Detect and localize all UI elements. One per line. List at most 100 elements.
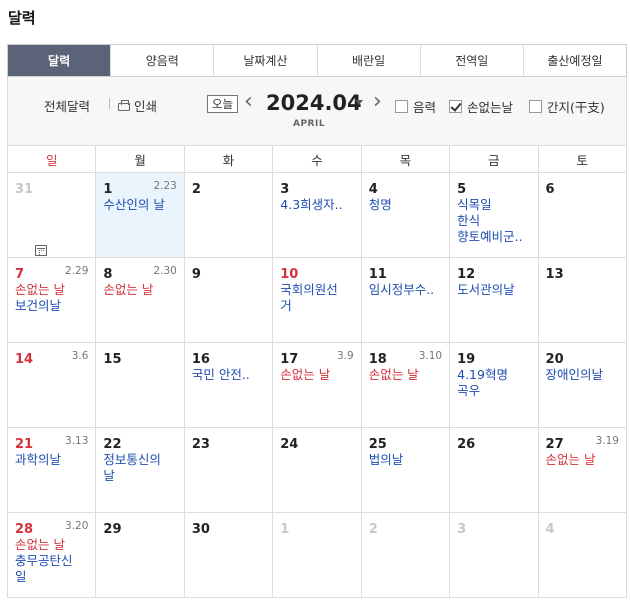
day-cell[interactable]: 11 임시정부수.. [360,257,451,343]
day-cell[interactable]: 3 [449,512,539,598]
day-cell[interactable]: 17 3.9 손없는 날 [272,342,362,428]
calendar-event[interactable]: 청명 [369,197,442,213]
weekday-header-row: 일 월 화 수 목 금 토 [6,145,628,173]
calendar-event[interactable]: 손없는 날 [15,282,88,298]
calendar-event[interactable]: 보건의날 [15,298,88,314]
weekday-sat: 토 [537,145,628,173]
calendar-event[interactable]: 장애인의날 [546,367,619,383]
day-cell[interactable]: 1 2.23 수산인의 날 [95,172,185,258]
calendar-event[interactable]: 과학의날 [15,452,88,468]
week-row: 31 1 2.23 수산인의 날 2 3 4.3희생자.. 4 청명 5 식목일 한식 향토예비군.. 6 [6,172,628,258]
day-cell[interactable]: 14 3.6 [6,342,97,428]
day-cell[interactable]: 27 3.19 손없는 날 [537,427,628,513]
today-button[interactable]: 오늘 [207,95,238,113]
day-number: 20 [545,352,564,367]
day-cell[interactable]: 8 2.30 손없는 날 [95,257,185,343]
calendar-event[interactable]: 한식 [457,213,530,229]
tab-ovulation[interactable]: 배란일 [317,45,421,76]
calendar-event[interactable]: 법의날 [369,452,442,468]
lunar-date: 3.10 [418,350,443,362]
day-cell[interactable]: 20 장애인의날 [537,342,628,428]
day-cell[interactable]: 31 [6,172,97,258]
day-cell[interactable]: 13 [537,257,628,343]
day-cell[interactable]: 19 4.19혁명 곡우 [449,342,539,428]
day-cell[interactable]: 2 [183,172,274,258]
print-link[interactable]: 인쇄 [118,96,157,115]
sonless-day-checkbox-box[interactable] [449,100,462,113]
day-number: 3 [457,522,467,537]
day-cell[interactable]: 25 법의날 [360,427,451,513]
day-cell[interactable]: 23 [183,427,274,513]
tab-discharge-date[interactable]: 전역일 [420,45,524,76]
calendar-event[interactable]: 수산인의 날 [103,197,176,213]
day-cell[interactable]: 29 [95,512,185,598]
day-number: 1 [103,182,113,197]
calendar-event[interactable]: 손없는 날 [103,282,176,298]
day-number: 4 [545,522,555,537]
weekday-mon: 월 [95,145,185,173]
day-number: 26 [457,437,476,452]
day-cell[interactable]: 5 식목일 한식 향토예비군.. [449,172,539,258]
week-row: 21 3.13 과학의날 22 정보통신의 날 23 24 25 법의날 26 27 3.19 손없는 … [6,427,628,513]
day-cell[interactable]: 21 3.13 과학의날 [6,427,97,513]
lunar-checkbox[interactable]: 음력 [395,97,436,116]
day-cell[interactable]: 24 [272,427,362,513]
day-number: 17 [280,352,299,367]
calendar-event[interactable]: 손없는 날 [15,537,88,553]
day-cell[interactable]: 28 3.20 손없는 날 충무공탄신 일 [6,512,97,598]
day-cell[interactable]: 30 [183,512,274,598]
calendar-toolbar: 전체달력 인쇄 오늘 ‹ 2024.04 APRIL › 음력 손없는날 간지(… [7,77,627,256]
lunar-date: 3.19 [595,435,619,447]
calendar-event[interactable]: 4.3희생자.. [280,197,353,213]
tab-date-calculator[interactable]: 날짜계산 [214,45,318,76]
calendar-event[interactable]: 4.19혁명 곡우 [457,367,530,399]
day-cell[interactable]: 9 [183,257,274,343]
day-cell[interactable]: 7 2.29 손없는 날 보건의날 [6,257,97,343]
tab-due-date[interactable]: 출산예정일 [523,45,627,76]
day-cell[interactable]: 12 도서관의날 [449,257,539,343]
calendar-event[interactable]: 정보통신의 날 [103,452,176,484]
tab-lunar-conversion[interactable]: 양음력 [111,45,215,76]
ganji-checkbox-box[interactable] [529,100,542,113]
calendar-event[interactable]: 식목일 [457,197,530,213]
sonless-day-checkbox[interactable]: 손없는날 [449,97,513,116]
calendar-event[interactable]: 임시정부수.. [369,282,442,298]
day-number: 21 [15,437,34,452]
ganji-checkbox[interactable]: 간지(干支) [529,97,605,116]
day-cell[interactable]: 18 3.10 손없는 날 [360,342,451,428]
month-dropdown-icon[interactable] [355,100,363,105]
day-cell[interactable]: 4 청명 [360,172,451,258]
lunar-date: 3.13 [65,435,89,447]
calendar-event[interactable]: 손없는 날 [280,367,353,383]
day-cell[interactable]: 15 [95,342,185,428]
day-cell[interactable]: 3 4.3희생자.. [272,172,362,258]
calendar-event[interactable]: 국민 안전.. [192,367,265,383]
prev-month-icon[interactable]: ‹ [244,91,253,113]
full-calendar-link[interactable]: 전체달력 [28,96,90,256]
calendar-event[interactable]: 손없는 날 [369,367,442,383]
lunar-checkbox-box[interactable] [395,100,408,113]
day-cell[interactable]: 10 국회의원선 거 [272,257,362,343]
calendar-event[interactable]: 향토예비군.. [457,229,530,245]
day-cell[interactable]: 16 국민 안전.. [183,342,274,428]
sonless-day-checkbox-label: 손없는날 [467,100,514,115]
day-cell[interactable]: 4 [537,512,628,598]
day-number: 22 [103,437,122,452]
weekday-sun: 일 [6,145,97,173]
week-row: 14 3.6 15 16 국민 안전.. 17 3.9 손없는 날 18 3.10 손없는 날 19 4… [6,342,628,428]
next-month-icon[interactable]: › [373,91,382,113]
calendar-event[interactable]: 손없는 날 [546,452,619,468]
day-number: 1 [280,522,290,537]
day-cell[interactable]: 1 [272,512,362,598]
weekday-tue: 화 [183,145,274,173]
week-row: 28 3.20 손없는 날 충무공탄신 일 29 30 1 2 3 4 [6,512,628,598]
calendar-event[interactable]: 충무공탄신 일 [15,553,88,585]
calendar-event[interactable]: 도서관의날 [457,282,530,298]
day-cell[interactable]: 6 [537,172,628,258]
calendar-event[interactable]: 국회의원선 거 [280,282,353,314]
weekday-wed: 수 [272,145,362,173]
day-cell[interactable]: 26 [449,427,539,513]
tab-calendar[interactable]: 달력 [8,45,112,76]
day-cell[interactable]: 22 정보통신의 날 [95,427,185,513]
day-cell[interactable]: 2 [360,512,451,598]
